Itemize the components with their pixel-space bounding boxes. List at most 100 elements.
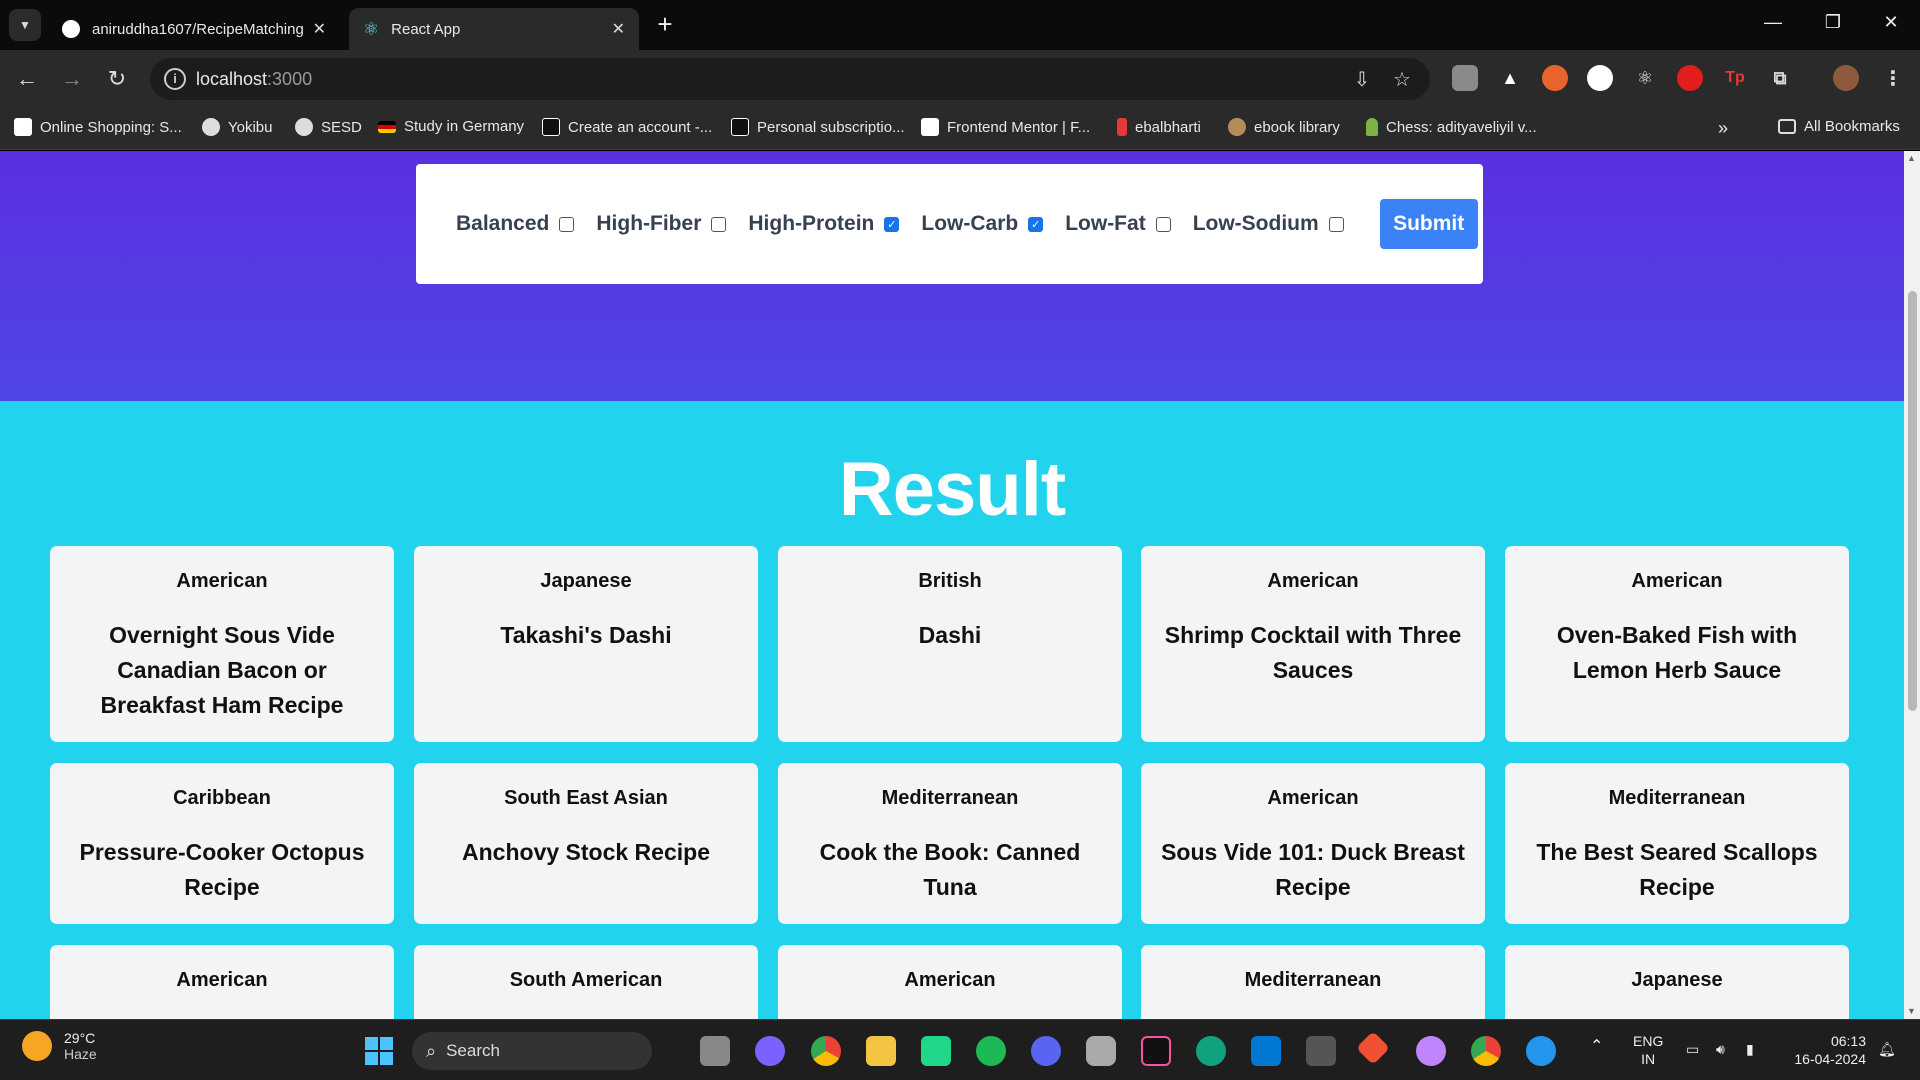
recipe-card[interactable]: American Oven-Baked Fish with Lemon Herb… — [1505, 546, 1849, 742]
task-view-icon[interactable] — [700, 1036, 730, 1066]
filter-balanced[interactable]: Balanced — [456, 212, 575, 236]
chrome-icon[interactable] — [811, 1036, 841, 1066]
forward-button[interactable]: → — [57, 64, 87, 94]
tab-search-button[interactable]: ▼ — [9, 9, 41, 41]
bookmark-star-icon[interactable]: ☆ — [1390, 68, 1414, 92]
tab-react-app[interactable]: ⚛ React App ✕ — [349, 8, 639, 50]
taskbar-search[interactable]: ⌕ Search — [412, 1032, 652, 1070]
cuisine-label: American — [904, 969, 996, 991]
menu-kebab-icon[interactable]: ⋮ — [1880, 65, 1906, 91]
recipe-card[interactable]: American — [778, 945, 1122, 1019]
filter-high-protein[interactable]: High-Protein ✓ — [748, 212, 900, 236]
submit-button[interactable]: Submit — [1379, 199, 1478, 249]
checkbox[interactable] — [1155, 216, 1171, 232]
notification-bell-icon[interactable]: 🔔︎ — [1878, 1040, 1896, 1058]
more-bookmarks-icon[interactable]: » — [1718, 118, 1728, 139]
vscode-icon[interactable] — [1251, 1036, 1281, 1066]
browser-app-icon[interactable] — [1416, 1036, 1446, 1066]
all-bookmarks-button[interactable]: All Bookmarks — [1778, 118, 1900, 135]
scroll-down-icon[interactable]: ▼ — [1907, 1006, 1916, 1016]
c-logo-icon — [731, 118, 749, 136]
network-icon[interactable]: ▭ — [1686, 1040, 1699, 1058]
extension-icon[interactable]: Tp — [1722, 65, 1748, 91]
recipe-card[interactable]: American Overnight Sous Vide Canadian Ba… — [50, 546, 394, 742]
language-indicator[interactable]: ENG IN — [1633, 1032, 1663, 1068]
address-bar[interactable]: i localhost:3000 ⇩ ☆ — [150, 58, 1430, 100]
recipe-card[interactable]: Japanese — [1505, 945, 1849, 1019]
filter-high-fiber[interactable]: High-Fiber — [596, 212, 727, 236]
tab-github[interactable]: aniruddha1607/RecipeMatching ✕ — [48, 8, 340, 50]
reload-button[interactable]: ↻ — [102, 64, 132, 94]
bookmark-item[interactable]: ebook library — [1228, 118, 1340, 136]
git-icon[interactable] — [1356, 1031, 1390, 1065]
windows-start-icon[interactable] — [365, 1037, 393, 1065]
bookmark-item[interactable]: SESD — [295, 118, 362, 136]
install-app-icon[interactable]: ⇩ — [1350, 68, 1374, 92]
close-tab-icon[interactable]: ✕ — [313, 19, 326, 39]
recipe-card[interactable]: Caribbean Pressure-Cooker Octopus Recipe — [50, 763, 394, 924]
recipe-card[interactable]: British Dashi — [778, 546, 1122, 742]
site-info-icon[interactable]: i — [164, 68, 186, 90]
bookmark-item[interactable]: Chess: adityaveliyil v... — [1366, 118, 1537, 136]
scroll-up-icon[interactable]: ▲ — [1907, 153, 1916, 163]
filter-low-fat[interactable]: Low-Fat — [1065, 212, 1171, 236]
recipe-card[interactable]: Mediterranean The Best Seared Scallops R… — [1505, 763, 1849, 924]
recipe-card[interactable]: American Sous Vide 101: Duck Breast Reci… — [1141, 763, 1485, 924]
bookmark-item[interactable]: Create an account -... — [542, 118, 712, 136]
extension-icon[interactable] — [1677, 65, 1703, 91]
pycharm-icon[interactable] — [921, 1036, 951, 1066]
bookmark-item[interactable]: Frontend Mentor | F... — [921, 118, 1090, 136]
chatgpt-extension-icon[interactable] — [1587, 65, 1613, 91]
close-window-button[interactable]: ✕ — [1876, 12, 1906, 33]
docker-icon[interactable] — [1526, 1036, 1556, 1066]
checkbox[interactable] — [711, 216, 727, 232]
minimize-button[interactable]: — — [1758, 12, 1788, 33]
recipe-name: Oven-Baked Fish with Lemon Herb Sauce — [1556, 622, 1798, 683]
bookmark-item[interactable]: Personal subscriptio... — [731, 118, 905, 136]
chrome-profile-icon[interactable] — [1471, 1036, 1501, 1066]
scrollbar-thumb[interactable] — [1908, 291, 1917, 711]
restore-button[interactable]: ❐ — [1818, 12, 1848, 33]
checkbox[interactable]: ✓ — [884, 216, 900, 232]
window-app-icon[interactable] — [1306, 1036, 1336, 1066]
volume-icon[interactable]: 🔊︎ — [1716, 1040, 1725, 1058]
back-button[interactable]: ← — [12, 64, 42, 94]
react-devtools-icon[interactable]: ⚛ — [1632, 65, 1658, 91]
profile-avatar[interactable] — [1833, 65, 1859, 91]
checkbox[interactable] — [559, 216, 575, 232]
recipe-card[interactable]: South American — [414, 945, 758, 1019]
filter-low-sodium[interactable]: Low-Sodium — [1193, 212, 1344, 236]
bookmark-item[interactable]: ebalbharti — [1117, 118, 1201, 136]
recipe-card[interactable]: Japanese Takashi's Dashi — [414, 546, 758, 742]
spotify-icon[interactable] — [976, 1036, 1006, 1066]
clock[interactable]: 06:13 16-04-2024 — [1786, 1032, 1866, 1068]
extensions-puzzle-icon[interactable]: ⧉ — [1767, 65, 1793, 91]
close-tab-icon[interactable]: ✕ — [612, 19, 625, 39]
bookmark-item[interactable]: Online Shopping: S... — [14, 118, 182, 136]
database-icon[interactable] — [1086, 1036, 1116, 1066]
battery-icon[interactable]: ▮ — [1746, 1040, 1754, 1058]
new-tab-button[interactable]: + — [650, 10, 680, 40]
bookmark-item[interactable]: Yokibu — [202, 118, 273, 136]
terminal-icon[interactable] — [1141, 1036, 1171, 1066]
drive-extension-icon[interactable]: ▲ — [1497, 65, 1523, 91]
chevron-up-icon[interactable]: ⌃ — [1590, 1038, 1603, 1056]
extension-icon[interactable] — [1542, 65, 1568, 91]
vertical-scrollbar[interactable]: ▲ ▼ — [1904, 151, 1920, 1019]
chatgpt-icon[interactable] — [1196, 1036, 1226, 1066]
weather-widget[interactable]: 29°C Haze — [22, 1030, 97, 1062]
checkbox[interactable]: ✓ — [1028, 216, 1044, 232]
checkbox[interactable] — [1328, 216, 1344, 232]
recipe-card[interactable]: South East Asian Anchovy Stock Recipe — [414, 763, 758, 924]
page-viewport: Balanced High-Fiber High-Protein ✓ Low-Ca… — [0, 151, 1904, 1019]
recipe-card[interactable]: Mediterranean Cook the Book: Canned Tuna — [778, 763, 1122, 924]
recipe-card[interactable]: American — [50, 945, 394, 1019]
recipe-card[interactable]: Mediterranean — [1141, 945, 1485, 1019]
bookmark-item[interactable]: Study in Germany — [378, 118, 524, 135]
teams-icon[interactable] — [755, 1036, 785, 1066]
extension-icon[interactable] — [1452, 65, 1478, 91]
filter-low-carb[interactable]: Low-Carb ✓ — [921, 212, 1044, 236]
recipe-card[interactable]: American Shrimp Cocktail with Three Sauc… — [1141, 546, 1485, 742]
discord-icon[interactable] — [1031, 1036, 1061, 1066]
file-explorer-icon[interactable] — [866, 1036, 896, 1066]
